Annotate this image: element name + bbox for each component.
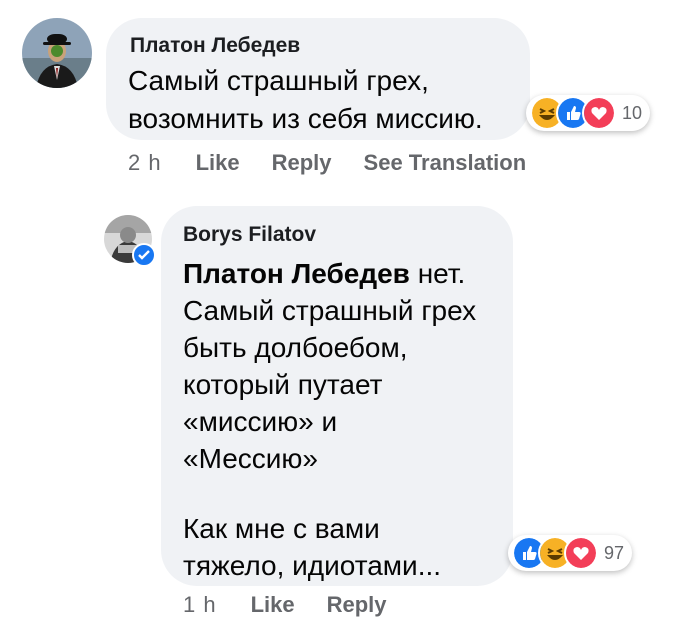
mention-link[interactable]: Платон Лебедев (183, 258, 410, 289)
reply-button[interactable]: Reply (272, 150, 332, 176)
verified-badge-icon (132, 243, 156, 267)
see-translation-button[interactable]: See Translation (364, 150, 527, 176)
reply-button[interactable]: Reply (327, 592, 387, 618)
reply-text-line-1-rest: нет. (417, 258, 466, 289)
love-icon (564, 536, 598, 570)
comment-actions: 2 h Like Reply See Translation (128, 150, 558, 176)
reply-reactions-summary[interactable]: 97 (508, 535, 633, 571)
reply-text-line-6: «Мессию» (183, 443, 318, 474)
comment-author[interactable]: Платон Лебедев (130, 34, 300, 58)
reply-text-line-9: тяжело, идиотами... (183, 550, 442, 581)
comment-text-line-1: Самый страшный грех, (128, 65, 429, 96)
avatar-borys-wrapper[interactable] (104, 215, 160, 271)
reply-actions: 1 h Like Reply (183, 592, 419, 618)
reply-text-line-8: Как мне с вами (183, 513, 380, 544)
love-icon (582, 96, 616, 130)
like-button[interactable]: Like (251, 592, 295, 618)
reply-text-line-4: который путает (183, 369, 383, 400)
reply-author[interactable]: Borys Filatov (183, 223, 316, 247)
reactions-summary[interactable]: 10 (526, 95, 651, 131)
reaction-count: 10 (622, 102, 643, 123)
reaction-count: 97 (604, 542, 625, 563)
reply-text-line-2: Самый страшный грех (183, 295, 477, 326)
avatar-platon[interactable] (22, 18, 92, 88)
reply-text-line-5: «миссию» и (183, 406, 338, 437)
man-with-bowler-hat-avatar-icon (22, 18, 92, 88)
comment-text-line-2: возомнить из себя миссию. (128, 103, 483, 134)
like-button[interactable]: Like (196, 150, 240, 176)
reply-timestamp[interactable]: 1 h (183, 592, 217, 618)
comment-timestamp[interactable]: 2 h (128, 150, 162, 176)
reply-text-line-1: Платон Лебедев нет. (183, 255, 465, 292)
reply-text-line-3: быть долбоебом, (183, 332, 408, 363)
